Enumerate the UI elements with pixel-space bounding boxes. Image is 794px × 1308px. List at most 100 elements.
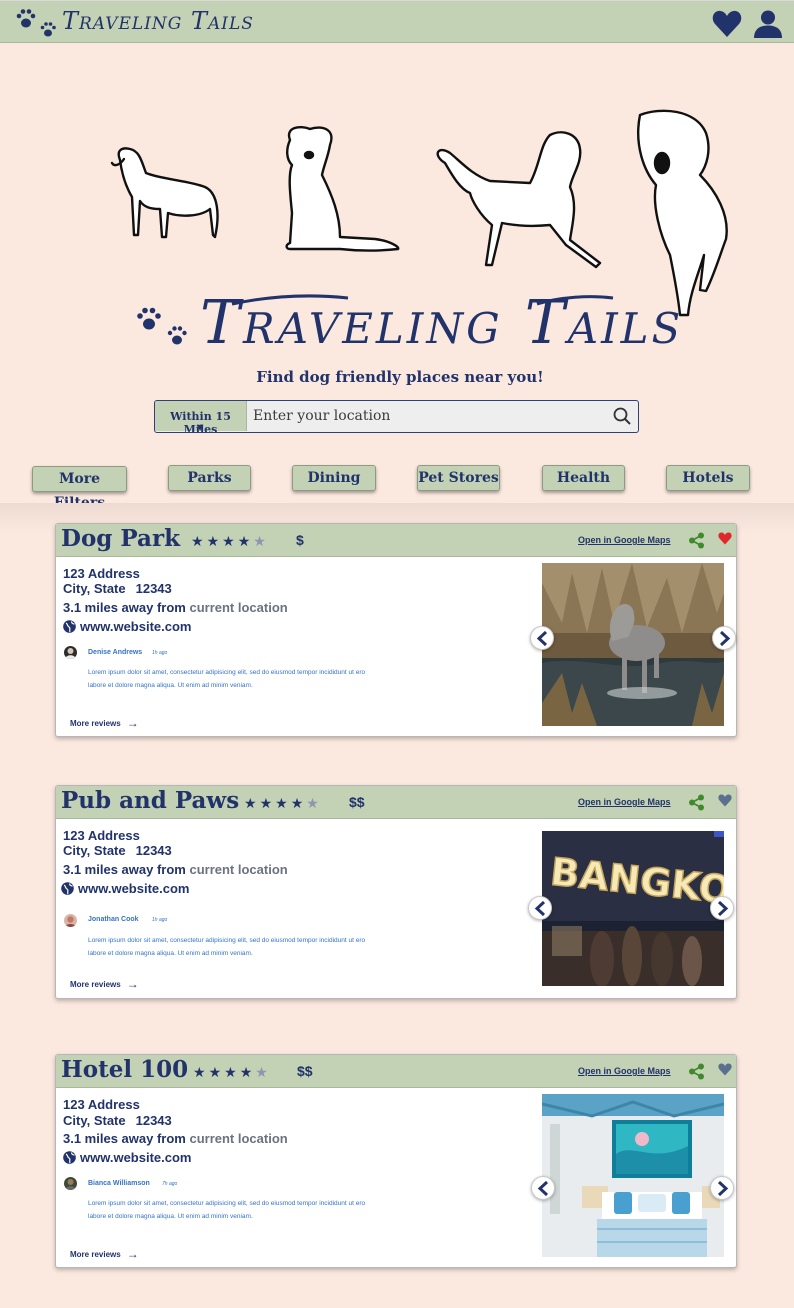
website-link[interactable]: www.website.com — [63, 1150, 192, 1165]
heart-icon[interactable] — [712, 10, 742, 38]
review-time: 1h ago — [152, 650, 168, 656]
arrow-right-icon: → — [126, 1247, 139, 1261]
listing-title[interactable]: Dog Park — [61, 525, 180, 552]
star-icon: ★ — [191, 533, 204, 549]
website-link[interactable]: www.website.com — [63, 619, 192, 634]
listing-photo: BANGKOK — [542, 831, 724, 986]
website-link[interactable]: www.website.com — [61, 881, 190, 896]
carousel-next-button[interactable] — [712, 626, 736, 650]
google-maps-link[interactable]: Open in Google Maps — [578, 1066, 671, 1076]
star-icon: ★ — [290, 795, 304, 811]
radius-dropdown[interactable]: Within 15 Miles ▼ — [155, 401, 247, 432]
filter-parks-button[interactable]: Parks — [168, 465, 251, 491]
heart-icon[interactable] — [718, 1063, 732, 1076]
star-icon: ★ — [208, 1064, 222, 1080]
rating-stars: ★ ★ ★ ★ ★ — [244, 796, 319, 810]
paw-icon — [16, 9, 56, 37]
rating-stars: ★ ★ ★ ★ ★ — [193, 1065, 268, 1079]
chevron-left-icon — [534, 901, 546, 916]
star-icon: ★ — [306, 795, 319, 811]
brand-logo-text[interactable]: Traveling Tails — [62, 7, 254, 35]
address-line: 123 Address — [63, 566, 140, 581]
star-icon: ★ — [244, 795, 257, 811]
review-text: Lorem ipsum dolor sit amet, consectetur … — [88, 937, 366, 957]
listing-title[interactable]: Hotel 100 — [61, 1056, 188, 1083]
star-icon: ★ — [206, 533, 220, 549]
star-icon: ★ — [259, 795, 273, 811]
city-state: City, State 12343 — [63, 581, 172, 596]
star-icon: ★ — [222, 533, 235, 549]
star-icon: ★ — [224, 1064, 237, 1080]
listing-card: Pub and Paws ★ ★ ★ ★ ★ $$ Open in Google Map… — [55, 785, 737, 999]
filter-health-button[interactable]: Health — [542, 465, 625, 491]
user-icon[interactable] — [753, 9, 783, 39]
distance-text: 3.1 miles away from current location — [63, 862, 288, 877]
listing-header: Pub and Paws ★ ★ ★ ★ ★ $$ Open in Google Map… — [56, 786, 736, 819]
star-icon: ★ — [193, 1064, 206, 1080]
share-icon[interactable] — [688, 532, 705, 549]
chevron-right-icon — [719, 631, 731, 646]
carousel-next-button[interactable] — [710, 896, 734, 920]
filter-dining-button[interactable]: Dining — [292, 465, 376, 491]
more-reviews-link[interactable]: More reviews → — [70, 977, 139, 991]
reviewer-name[interactable]: Denise Andrews — [88, 649, 142, 656]
carousel-next-button[interactable] — [710, 1176, 734, 1200]
listing-photo — [542, 563, 724, 726]
heart-icon[interactable] — [718, 532, 732, 545]
heart-icon[interactable] — [718, 794, 732, 807]
google-maps-link[interactable]: Open in Google Maps — [578, 797, 671, 807]
tagline: Find dog friendly places near you! — [256, 368, 544, 386]
location-input[interactable] — [253, 405, 603, 427]
listing-title[interactable]: Pub and Paws — [61, 787, 239, 814]
brand-swash — [536, 295, 614, 306]
star-icon: ★ — [239, 1064, 253, 1080]
distance-text: 3.1 miles away from current location — [63, 600, 288, 615]
more-reviews-link[interactable]: More reviews → — [70, 716, 139, 730]
review-time: 7h ago — [162, 1181, 178, 1187]
arrow-right-icon: → — [126, 977, 139, 991]
price-level: $$ — [297, 1063, 313, 1079]
globe-icon — [63, 1151, 76, 1164]
address-line: 123 Address — [63, 828, 140, 843]
carousel-prev-button[interactable] — [528, 896, 552, 920]
chevron-right-icon — [717, 901, 729, 916]
chevron-left-icon — [536, 631, 548, 646]
carousel-prev-button[interactable] — [531, 1176, 555, 1200]
paw-icon — [137, 307, 187, 345]
address-line: 123 Address — [63, 1097, 140, 1112]
google-maps-link[interactable]: Open in Google Maps — [578, 535, 671, 545]
listing-card: Hotel 100 ★ ★ ★ ★ ★ $$ Open in Google Maps 1… — [55, 1054, 737, 1268]
arrow-right-icon: → — [126, 716, 139, 730]
price-level: $$ — [349, 794, 365, 810]
avatar — [64, 914, 77, 927]
avatar — [64, 646, 77, 659]
chevron-left-icon — [537, 1181, 549, 1196]
review-text: Lorem ipsum dolor sit amet, consectetur … — [88, 1200, 366, 1220]
share-icon[interactable] — [688, 794, 705, 811]
star-icon: ★ — [253, 533, 266, 549]
share-icon[interactable] — [688, 1063, 705, 1080]
globe-icon — [63, 620, 76, 633]
star-icon: ★ — [275, 795, 288, 811]
review-time: 1h ago — [152, 917, 168, 923]
review-text: Lorem ipsum dolor sit amet, consectetur … — [88, 669, 366, 689]
price-level: $ — [296, 532, 304, 548]
city-state: City, State 12343 — [63, 843, 172, 858]
filter-hotels-button[interactable]: Hotels — [666, 465, 750, 491]
city-state: City, State 12343 — [63, 1113, 172, 1128]
listing-header: Hotel 100 ★ ★ ★ ★ ★ $$ Open in Google Maps — [56, 1055, 736, 1088]
listing-card: Dog Park ★ ★ ★ ★ ★ $ Open in Google Maps 123… — [55, 523, 737, 737]
search-icon[interactable] — [613, 407, 631, 425]
star-icon: ★ — [237, 533, 251, 549]
reviewer-name[interactable]: Bianca Williamson — [88, 1180, 150, 1187]
more-reviews-link[interactable]: More reviews → — [70, 1247, 139, 1261]
reviewer-name[interactable]: Jonathan Cook — [88, 916, 139, 923]
carousel-prev-button[interactable] — [530, 626, 554, 650]
top-bar: Traveling Tails — [0, 0, 794, 43]
chevron-down-icon: ▼ — [197, 422, 204, 432]
more-filters-button[interactable]: More Filters — [32, 466, 127, 511]
chevron-right-icon — [717, 1181, 729, 1196]
filter-pet-stores-button[interactable]: Pet Stores — [417, 465, 500, 491]
rating-stars: ★ ★ ★ ★ ★ — [191, 534, 266, 548]
star-icon: ★ — [255, 1064, 268, 1080]
